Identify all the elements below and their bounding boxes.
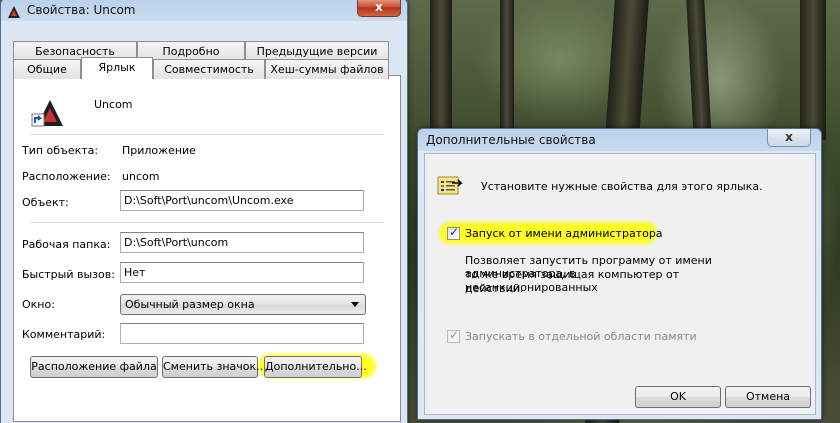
close-icon: x [785, 130, 793, 144]
comment-label: Комментарий: [22, 328, 106, 341]
app-large-icon [31, 100, 63, 127]
close-button[interactable]: x [767, 129, 811, 147]
run-as-admin-label[interactable]: Запуск от имени администратора [465, 227, 663, 240]
close-button[interactable]: x [357, 0, 401, 17]
check-icon: ✓ [449, 225, 460, 239]
tree-trunk [430, 0, 452, 140]
intro-text: Установите нужные свойства для этого ярл… [481, 180, 763, 193]
properties-title: Свойства: Uncom [27, 3, 136, 17]
object-field[interactable]: D:\Soft\Port\uncom\Uncom.exe [120, 190, 364, 211]
tab-general[interactable]: Общие [13, 59, 81, 79]
advanced-button[interactable]: Дополнительно... [264, 356, 367, 378]
window-size-select[interactable]: Обычный размер окна [120, 294, 366, 315]
window-size-value: Обычный размер окна [125, 298, 255, 311]
advanced-titlebar[interactable]: Дополнительные свойства x [418, 129, 821, 153]
comment-field[interactable] [120, 323, 364, 344]
advanced-title: Дополнительные свойства [426, 133, 596, 147]
tabs-row-top: Безопасность Подробно Предыдущие версии [13, 41, 401, 61]
advanced-client: Установите нужные свойства для этого ярл… [424, 153, 816, 415]
hotkey-label: Быстрый вызов: [22, 268, 115, 281]
tab-compatibility[interactable]: Совместимость [153, 59, 265, 79]
location-value: uncom [122, 170, 160, 183]
separator [30, 134, 384, 135]
close-icon: x [375, 0, 383, 14]
tab-details[interactable]: Подробно [137, 41, 245, 61]
tree-trunk [800, 0, 826, 140]
file-location-button[interactable]: Расположение файла [30, 356, 158, 378]
hotkey-field[interactable]: Нет [120, 262, 364, 283]
cancel-button[interactable]: Отмена [725, 386, 811, 408]
shortcut-properties-icon [437, 176, 463, 195]
properties-titlebar[interactable]: Свойства: Uncom x [1, 0, 407, 23]
tree-trunk [686, 0, 712, 140]
tree-trunk [500, 0, 514, 140]
check-icon: ✓ [449, 328, 460, 342]
properties-dialog: Свойства: Uncom x Безопасность Подробно … [0, 0, 408, 423]
location-label: Расположение: [22, 170, 111, 183]
tabs-row-bottom: Общие Ярлык Совместимость Хеш-суммы файл… [13, 57, 401, 79]
tab-previous-versions[interactable]: Предыдущие версии [245, 41, 389, 61]
advanced-properties-dialog: Дополнительные свойства x Установите нуж… [417, 128, 822, 420]
object-label: Объект: [22, 196, 69, 209]
window-label: Окно: [22, 298, 55, 311]
separate-memory-label: Запускать в отдельной области памяти [465, 330, 697, 343]
chevron-down-icon [351, 302, 359, 307]
separate-memory-checkbox[interactable]: ✓ [447, 328, 460, 343]
tab-file-hashes[interactable]: Хеш-суммы файлов [265, 59, 389, 79]
workdir-field[interactable]: D:\Soft\Port\uncom [120, 232, 364, 253]
workdir-label: Рабочая папка: [22, 238, 111, 251]
run-as-admin-description: действий. [465, 282, 524, 295]
run-as-admin-checkbox[interactable]: ✓ [447, 225, 460, 240]
type-label: Тип объекта: [22, 144, 99, 157]
separator [30, 222, 384, 223]
tab-shortcut[interactable]: Ярлык [81, 57, 153, 79]
app-name: Uncom [94, 98, 133, 111]
ok-button[interactable]: OK [635, 386, 721, 408]
shortcut-tab-panel: Uncom Тип объекта: Приложение Расположен… [13, 75, 401, 422]
app-icon [8, 6, 20, 18]
type-value: Приложение [122, 144, 196, 157]
change-icon-button[interactable]: Сменить значок... [162, 356, 267, 378]
